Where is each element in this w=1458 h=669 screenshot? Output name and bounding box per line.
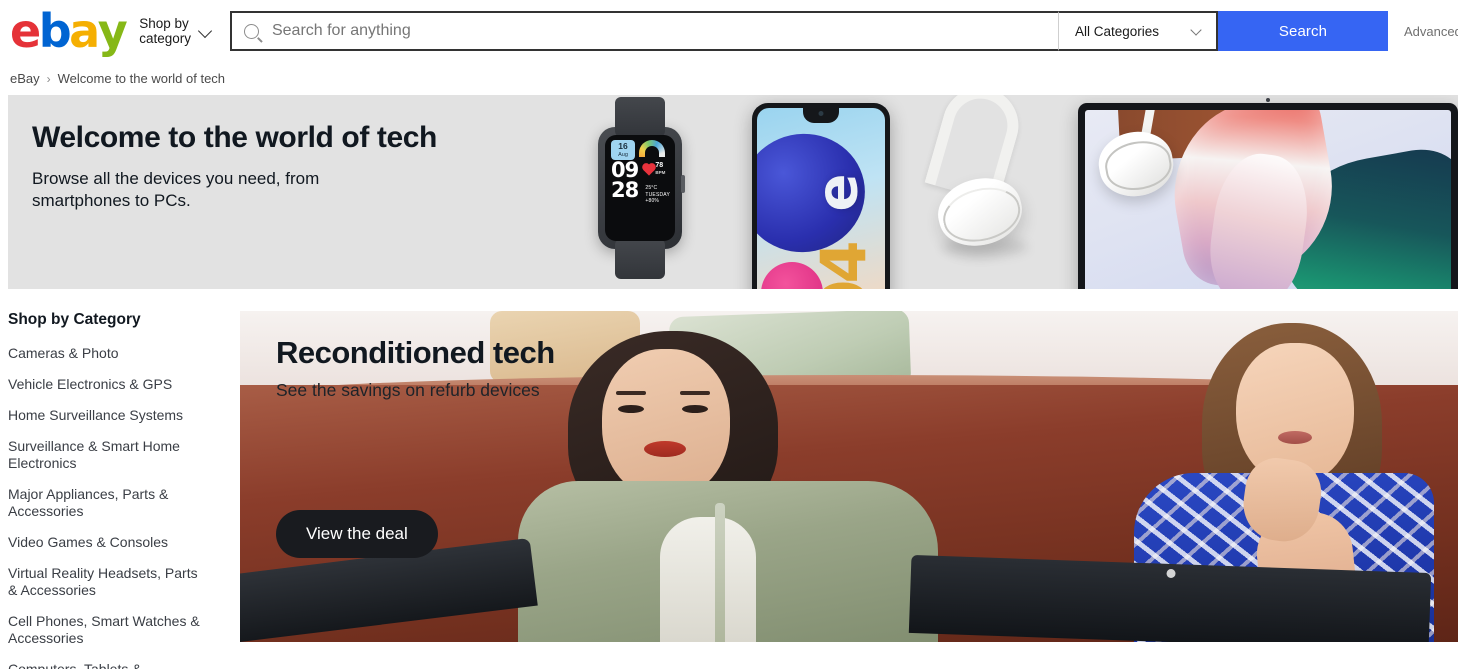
watch-date-widget: 16 Aug bbox=[611, 140, 635, 160]
promo-card-reconditioned-tech[interactable]: Reconditioned tech See the savings on re… bbox=[240, 311, 1458, 642]
watch-heart-rate: 78 BPM bbox=[643, 162, 670, 176]
watch-bpm-value: 78 BPM bbox=[655, 162, 666, 175]
hero-banner[interactable]: Welcome to the world of tech Browse all … bbox=[8, 95, 1458, 289]
smartwatch-image: 16 Aug 09 28 78 BPM 25°C TUESDAY +80% bbox=[598, 97, 685, 279]
sidebar-item-cell-phones-smart-watches[interactable]: Cell Phones, Smart Watches & Accessories bbox=[8, 613, 208, 647]
person-left-face bbox=[602, 349, 730, 499]
main-content: Shop by Category Cameras & Photo Vehicle… bbox=[0, 289, 1458, 669]
breadcrumb-item-ebay[interactable]: eBay bbox=[10, 71, 40, 86]
search-bar: All Categories Search bbox=[229, 11, 1388, 51]
ebay-logo[interactable]: ebay bbox=[10, 4, 128, 58]
phone-screen: e 04 bbox=[757, 108, 885, 289]
shop-by-category-label: Shop by category bbox=[139, 16, 191, 46]
person-left-eye-r bbox=[682, 405, 708, 413]
logo-letter-e: e bbox=[10, 4, 41, 58]
hero-copy: Welcome to the world of tech Browse all … bbox=[32, 121, 437, 212]
person-left-brow-l bbox=[616, 391, 646, 395]
tablet-camera bbox=[1266, 98, 1270, 102]
promo-copy: Reconditioned tech See the savings on re… bbox=[276, 335, 555, 401]
view-the-deal-button[interactable]: View the deal bbox=[276, 510, 438, 558]
search-icon bbox=[243, 23, 259, 39]
category-list: Cameras & Photo Vehicle Electronics & GP… bbox=[8, 345, 232, 669]
advanced-search-link[interactable]: Advanced bbox=[1404, 24, 1458, 39]
promo-title: Reconditioned tech bbox=[276, 335, 555, 370]
sidebar-item-video-games-consoles[interactable]: Video Games & Consoles bbox=[8, 534, 208, 551]
logo-letter-b: b bbox=[38, 4, 72, 58]
watch-battery: +80% bbox=[645, 198, 660, 204]
watch-strap-top bbox=[615, 97, 665, 137]
promo-person-left bbox=[518, 331, 960, 642]
phone-wallpaper-letter: e bbox=[805, 173, 871, 212]
headphones-image bbox=[916, 95, 1066, 289]
chevron-down-icon bbox=[1192, 26, 1203, 37]
search-button[interactable]: Search bbox=[1217, 11, 1388, 51]
shop-by-category-button[interactable]: Shop by category bbox=[139, 16, 212, 46]
hero-subtitle: Browse all the devices you need, from sm… bbox=[32, 169, 320, 210]
watch-strap-bottom bbox=[615, 239, 665, 279]
logo-letter-y: y bbox=[97, 4, 128, 58]
sidebar-item-computers-tablets[interactable]: Computers, Tablets & bbox=[8, 661, 208, 669]
watch-bpm-unit: BPM bbox=[655, 170, 666, 175]
person-left-lips bbox=[644, 441, 686, 457]
person-left-eye-l bbox=[618, 405, 644, 413]
smartphone-image: e 04 bbox=[752, 103, 890, 289]
watch-crown-button bbox=[681, 175, 685, 193]
person-right-lips bbox=[1278, 431, 1312, 444]
category-sidebar: Shop by Category Cameras & Photo Vehicle… bbox=[0, 311, 232, 669]
shop-by-category-line1: Shop by bbox=[139, 16, 189, 31]
sidebar-item-vehicle-electronics-gps[interactable]: Vehicle Electronics & GPS bbox=[8, 376, 208, 393]
search-input-wrapper[interactable] bbox=[229, 11, 1058, 51]
watch-face: 16 Aug 09 28 78 BPM 25°C TUESDAY +80% bbox=[605, 135, 675, 241]
sidebar-item-major-appliances-parts-accessories[interactable]: Major Appliances, Parts & Accessories bbox=[8, 486, 208, 520]
tablet-screen bbox=[1085, 110, 1451, 289]
hero-product-imagery: 16 Aug 09 28 78 BPM 25°C TUESDAY +80% e … bbox=[598, 95, 1458, 289]
logo-letter-a: a bbox=[69, 4, 100, 58]
tablet-image bbox=[1078, 98, 1458, 289]
watch-date-day: 16 bbox=[618, 141, 628, 151]
sidebar-item-home-surveillance-systems[interactable]: Home Surveillance Systems bbox=[8, 407, 208, 424]
watch-side-widgets: 78 BPM 25°C TUESDAY +80% bbox=[643, 162, 670, 205]
sidebar-item-virtual-reality-headsets[interactable]: Virtual Reality Headsets, Parts & Access… bbox=[8, 565, 208, 599]
breadcrumb-separator: › bbox=[46, 71, 51, 86]
category-select[interactable]: All Categories bbox=[1057, 11, 1218, 51]
category-select-value: All Categories bbox=[1074, 23, 1160, 39]
sidebar-item-cameras-photo[interactable]: Cameras & Photo bbox=[8, 345, 208, 362]
site-header: ebay Shop by category All Categories Sea… bbox=[0, 0, 1458, 62]
heart-icon bbox=[643, 164, 656, 176]
person-left-brow-r bbox=[680, 391, 710, 395]
sidebar-item-surveillance-smart-home-electronics[interactable]: Surveillance & Smart Home Electronics bbox=[8, 438, 208, 472]
phone-notch bbox=[803, 108, 839, 123]
breadcrumb: eBay › Welcome to the world of tech bbox=[0, 62, 1458, 95]
promo-subtitle: See the savings on refurb devices bbox=[276, 380, 540, 400]
chevron-down-icon bbox=[199, 25, 212, 38]
person-left-shirt bbox=[660, 517, 756, 642]
sidebar-title: Shop by Category bbox=[8, 311, 141, 328]
search-input[interactable] bbox=[269, 21, 1046, 41]
watch-weather-widget: 25°C TUESDAY +80% bbox=[645, 185, 670, 205]
hero-title: Welcome to the world of tech bbox=[32, 121, 437, 154]
breadcrumb-item-current: Welcome to the world of tech bbox=[57, 71, 226, 86]
shop-by-category-line2: category bbox=[139, 31, 191, 46]
watch-activity-ring bbox=[639, 140, 665, 157]
person-left-jacket-zipper bbox=[715, 503, 725, 642]
